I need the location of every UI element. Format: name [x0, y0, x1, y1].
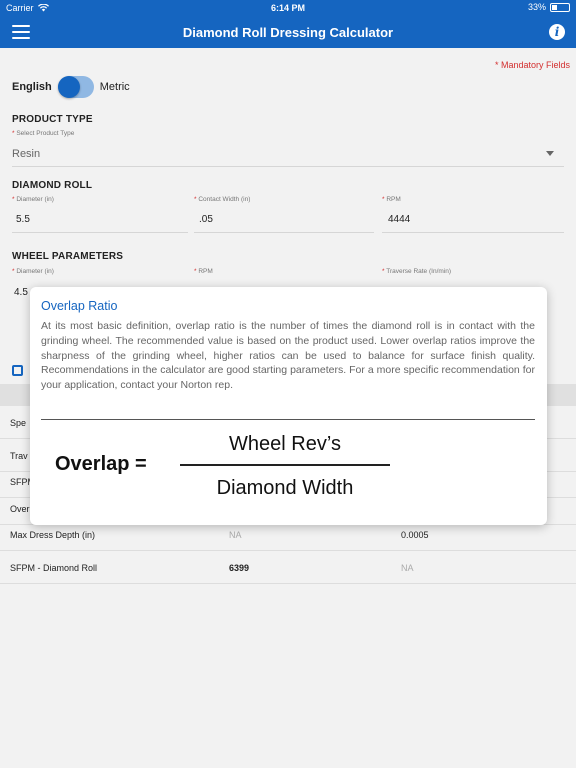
- battery-icon: [550, 2, 570, 12]
- roll-rpm-input[interactable]: 4444: [388, 214, 410, 225]
- product-type-label: * Select Product Type: [12, 130, 75, 137]
- status-bar: Carrier 6:14 PM 33%: [0, 0, 576, 16]
- formula-denominator: Diamond Width: [216, 477, 354, 499]
- chevron-down-icon[interactable]: [546, 151, 554, 156]
- max-dress-depth-label: Max Dress Depth (in): [10, 530, 96, 540]
- contact-width-input[interactable]: .05: [199, 214, 213, 225]
- popup-divider: [41, 419, 535, 420]
- roll-rpm-label: * RPM: [382, 196, 401, 203]
- sfpm-roll-value-1: 6399: [229, 563, 250, 573]
- english-label: English: [12, 81, 52, 93]
- diamond-roll-title: DIAMOND ROLL: [12, 180, 93, 191]
- formula-numerator: Wheel Rev’s: [229, 433, 341, 455]
- unit-toggle-row: English Metric: [12, 76, 130, 98]
- divider: [194, 232, 374, 233]
- product-type-select[interactable]: Resin: [12, 148, 40, 160]
- overlap-ratio-popup[interactable]: Overlap Ratio At its most basic definiti…: [30, 287, 547, 525]
- divider: [382, 232, 564, 233]
- wheel-parameters-title: WHEEL PARAMETERS: [12, 251, 124, 262]
- page-title: Diamond Roll Dressing Calculator: [182, 24, 394, 40]
- status-time: 6:14 PM: [270, 3, 305, 13]
- popup-body: At its most basic definition, overlap ra…: [41, 320, 535, 392]
- battery-percent: 33%: [527, 2, 546, 12]
- sfpm-roll-label: SFPM - Diamond Roll: [10, 563, 98, 573]
- divider: [12, 166, 564, 167]
- wheel-diameter-label: * Diameter (in): [12, 268, 54, 275]
- info-icon[interactable]: i: [549, 24, 565, 40]
- max-dress-depth-value-1: NA: [229, 530, 242, 540]
- sfpm-roll-value-2: NA: [401, 563, 414, 573]
- product-type-title: PRODUCT TYPE: [12, 114, 93, 125]
- hamburger-menu-icon[interactable]: [12, 25, 30, 39]
- divider: [12, 232, 188, 233]
- roll-diameter-input[interactable]: 5.5: [16, 214, 30, 225]
- wheel-rpm-label: * RPM: [194, 268, 213, 275]
- table-row: SFPM - Diamond Roll 6399 NA: [0, 551, 576, 584]
- formula-fraction-line: [180, 464, 390, 466]
- nav-bar: Diamond Roll Dressing Calculator i: [0, 16, 576, 48]
- popup-title: Overlap Ratio: [41, 299, 118, 313]
- wheel-diameter-input[interactable]: 4.5: [14, 287, 28, 298]
- roll-diameter-label: * Diameter (in): [12, 196, 54, 203]
- metric-label: Metric: [99, 81, 130, 93]
- formula-lhs: Overlap =: [55, 453, 147, 475]
- traverse-rate-label: * Traverse Rate (In/min): [382, 268, 452, 275]
- unit-toggle[interactable]: [57, 76, 94, 98]
- mandatory-note: * Mandatory Fields: [494, 60, 570, 70]
- copy-icon[interactable]: [12, 365, 23, 376]
- contact-width-label: * Contact Width (in): [194, 196, 251, 203]
- max-dress-depth-value-2: 0.0005: [401, 530, 429, 540]
